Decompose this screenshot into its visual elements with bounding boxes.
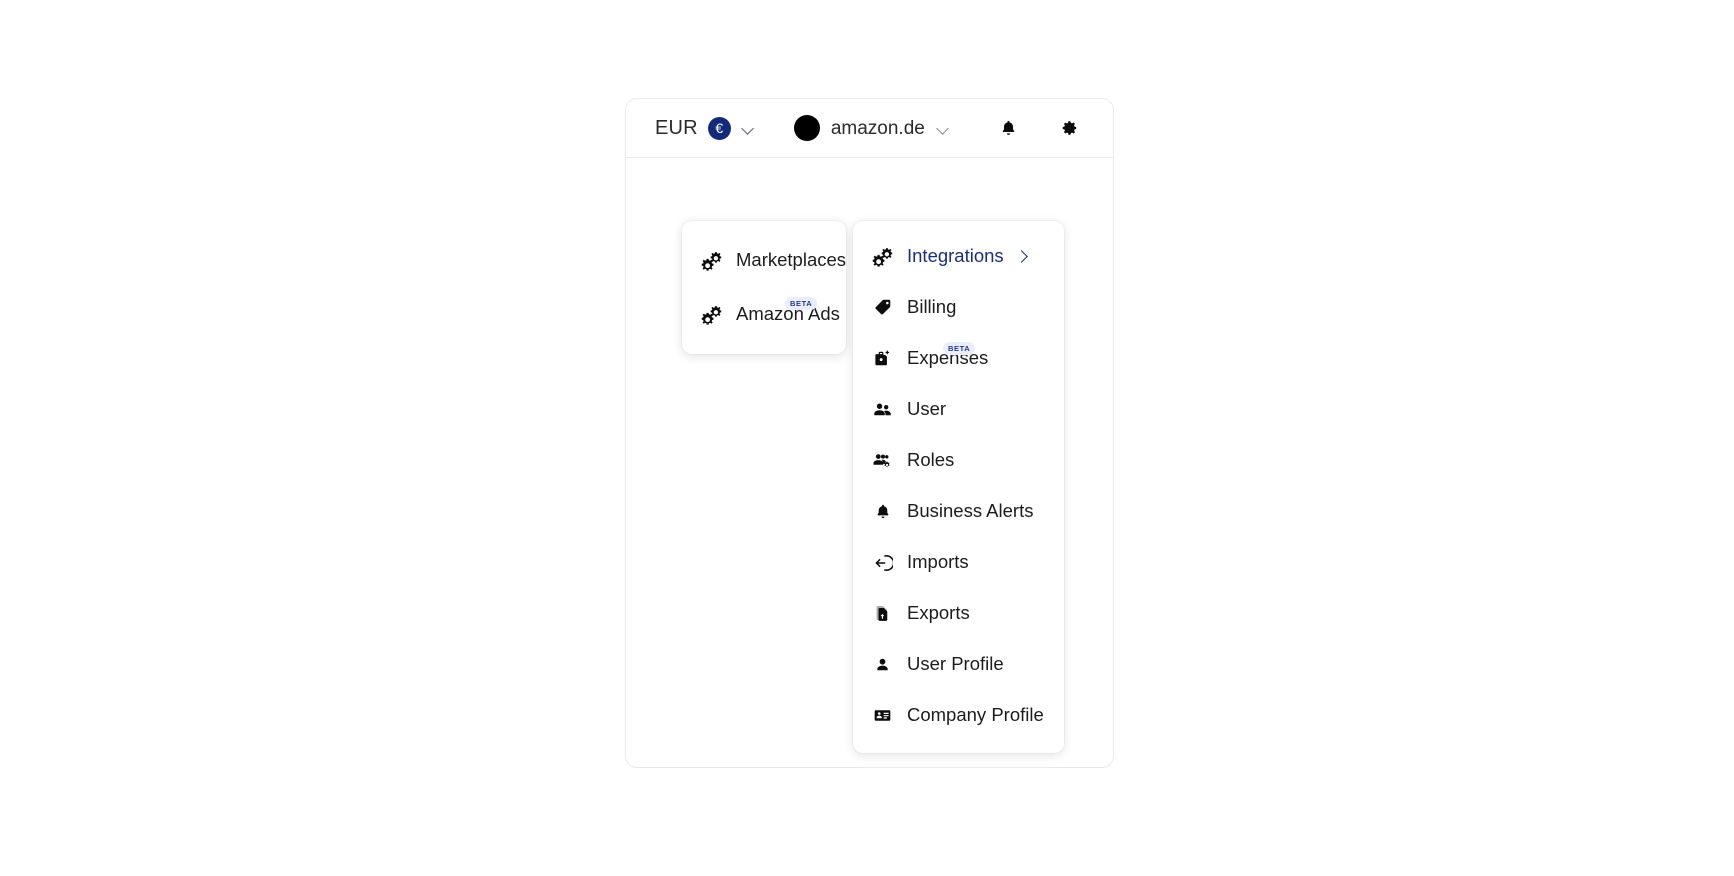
settings-menu-panel: Integrations Billing Expenses BETA User … (853, 221, 1064, 753)
chevron-down-icon[interactable] (741, 121, 756, 136)
menu-item-expenses[interactable]: Expenses BETA (853, 333, 1064, 384)
briefcase-plus-icon (872, 348, 893, 369)
germany-flag-icon (793, 115, 820, 141)
menu-item-company-profile[interactable]: Company Profile (853, 690, 1064, 741)
price-tag-icon (872, 297, 893, 318)
chevron-down-icon[interactable] (936, 121, 951, 136)
export-file-icon (872, 603, 893, 624)
currency-selector[interactable]: EUR € (655, 116, 756, 140)
menu-item-imports[interactable]: Imports (853, 537, 1064, 588)
menu-item-roles[interactable]: Roles (853, 435, 1064, 486)
users-icon (872, 399, 893, 420)
menu-item-exports[interactable]: Exports (853, 588, 1064, 639)
menu-item-label: Business Alerts (907, 500, 1034, 522)
menu-item-user-profile[interactable]: User Profile (853, 639, 1064, 690)
settings-button[interactable] (1056, 115, 1082, 141)
bell-icon (872, 501, 893, 522)
menu-item-label: User Profile (907, 653, 1004, 675)
submenu-item-label: Marketplaces (736, 248, 847, 270)
user-group-gear-icon (872, 450, 893, 471)
screen: EUR € amazon.de Marketplaces Amazon Ads … (0, 0, 1734, 876)
top-bar: EUR € amazon.de (626, 99, 1113, 158)
beta-badge: BETA (943, 342, 976, 355)
marketplace-name: amazon.de (830, 117, 925, 139)
card-body: Marketplaces Amazon Ads BETA Integration… (626, 158, 1113, 767)
gears-icon (701, 250, 722, 271)
menu-item-user[interactable]: User (853, 384, 1064, 435)
person-icon (872, 654, 893, 675)
menu-item-label: Imports (907, 551, 969, 573)
beta-badge: BETA (785, 297, 818, 310)
import-arrow-icon (872, 552, 893, 573)
notifications-button[interactable] (996, 115, 1022, 141)
currency-code: EUR (655, 117, 698, 139)
euro-badge: € (707, 116, 731, 140)
settings-card: EUR € amazon.de Marketplaces Amazon Ads … (625, 98, 1114, 768)
menu-item-label: Billing (907, 296, 957, 318)
chevron-right-icon[interactable] (1016, 250, 1029, 263)
menu-item-label: Exports (907, 602, 970, 624)
id-card-icon (872, 705, 893, 726)
bell-icon (1003, 120, 1015, 135)
gears-icon (701, 304, 722, 325)
menu-item-label: User (907, 398, 947, 420)
gear-icon (1062, 121, 1077, 135)
menu-item-integrations[interactable]: Integrations (853, 231, 1064, 282)
menu-item-label: Integrations (907, 245, 1004, 267)
menu-item-business-alerts[interactable]: Business Alerts (853, 486, 1064, 537)
marketplace-selector[interactable]: amazon.de (793, 115, 951, 141)
integrations-submenu-panel: Marketplaces Amazon Ads BETA (682, 221, 846, 354)
menu-item-label: Company Profile (907, 704, 1044, 726)
submenu-item-marketplaces[interactable]: Marketplaces (682, 233, 846, 287)
menu-item-label: Roles (907, 449, 955, 471)
gears-icon (872, 246, 893, 267)
submenu-item-amazon-ads[interactable]: Amazon Ads BETA (682, 287, 846, 341)
menu-item-billing[interactable]: Billing (853, 282, 1064, 333)
